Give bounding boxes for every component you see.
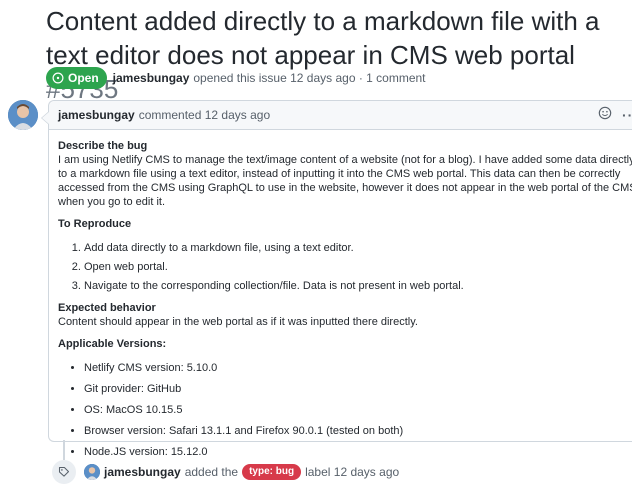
versions-list: Netlify CMS version: 5.10.0 Git provider…	[58, 361, 632, 459]
event-suffix: label 12 days ago	[305, 465, 400, 479]
bug-section: Describe the bug I am using Netlify CMS …	[58, 139, 632, 209]
label-event: jamesbungay added the type: bug label 12…	[52, 460, 400, 484]
comment-body: Describe the bug I am using Netlify CMS …	[49, 130, 632, 459]
tag-icon	[52, 460, 76, 484]
comment-timestamp[interactable]: commented 12 days ago	[139, 108, 270, 122]
expected-section: Expected behavior Content should appear …	[58, 301, 632, 329]
issue-meta-text: opened this issue 12 days ago · 1 commen…	[193, 71, 426, 85]
issue-author-link[interactable]: jamesbungay	[113, 71, 190, 85]
issue-title-block: Content added directly to a markdown fil…	[46, 4, 626, 106]
list-item: Open web portal.	[84, 260, 632, 274]
bug-heading: Describe the bug	[58, 140, 148, 152]
list-item: Git provider: GitHub	[84, 382, 632, 396]
avatar[interactable]	[8, 100, 38, 130]
issue-meta: Open jamesbungay opened this issue 12 da…	[46, 67, 426, 89]
comment-author-link[interactable]: jamesbungay	[58, 108, 135, 122]
list-item: Browser version: Safari 13.1.1 and Firef…	[84, 424, 632, 438]
smiley-icon[interactable]	[598, 106, 612, 123]
kebab-menu-icon[interactable]: ···	[622, 108, 632, 122]
event-author-link[interactable]: jamesbungay	[104, 465, 181, 479]
list-item: Netlify CMS version: 5.10.0	[84, 361, 632, 375]
event-avatar[interactable]	[84, 464, 100, 480]
issue-open-icon	[52, 72, 64, 84]
comment-header: jamesbungay commented 12 days ago ···	[49, 101, 632, 130]
list-item: Add data directly to a markdown file, us…	[84, 241, 632, 255]
list-item: Navigate to the corresponding collection…	[84, 279, 632, 293]
expected-heading: Expected behavior	[58, 302, 156, 314]
expected-text: Content should appear in the web portal …	[58, 316, 418, 328]
issue-title: Content added directly to a markdown fil…	[46, 6, 600, 70]
bug-label-badge[interactable]: type: bug	[242, 464, 302, 480]
versions-heading: Applicable Versions:	[58, 338, 167, 350]
reproduce-heading: To Reproduce	[58, 218, 132, 230]
state-badge: Open	[46, 67, 107, 89]
steps-list: Add data directly to a markdown file, us…	[58, 241, 632, 293]
timeline-line	[63, 440, 65, 460]
event-action: added the	[184, 465, 239, 479]
comment-box: jamesbungay commented 12 days ago ··· De…	[41, 100, 632, 458]
state-label: Open	[68, 71, 99, 85]
list-item: OS: MacOS 10.15.5	[84, 403, 632, 417]
list-item: Node.JS version: 15.12.0	[84, 445, 632, 459]
bug-text: I am using Netlify CMS to manage the tex…	[58, 154, 632, 208]
